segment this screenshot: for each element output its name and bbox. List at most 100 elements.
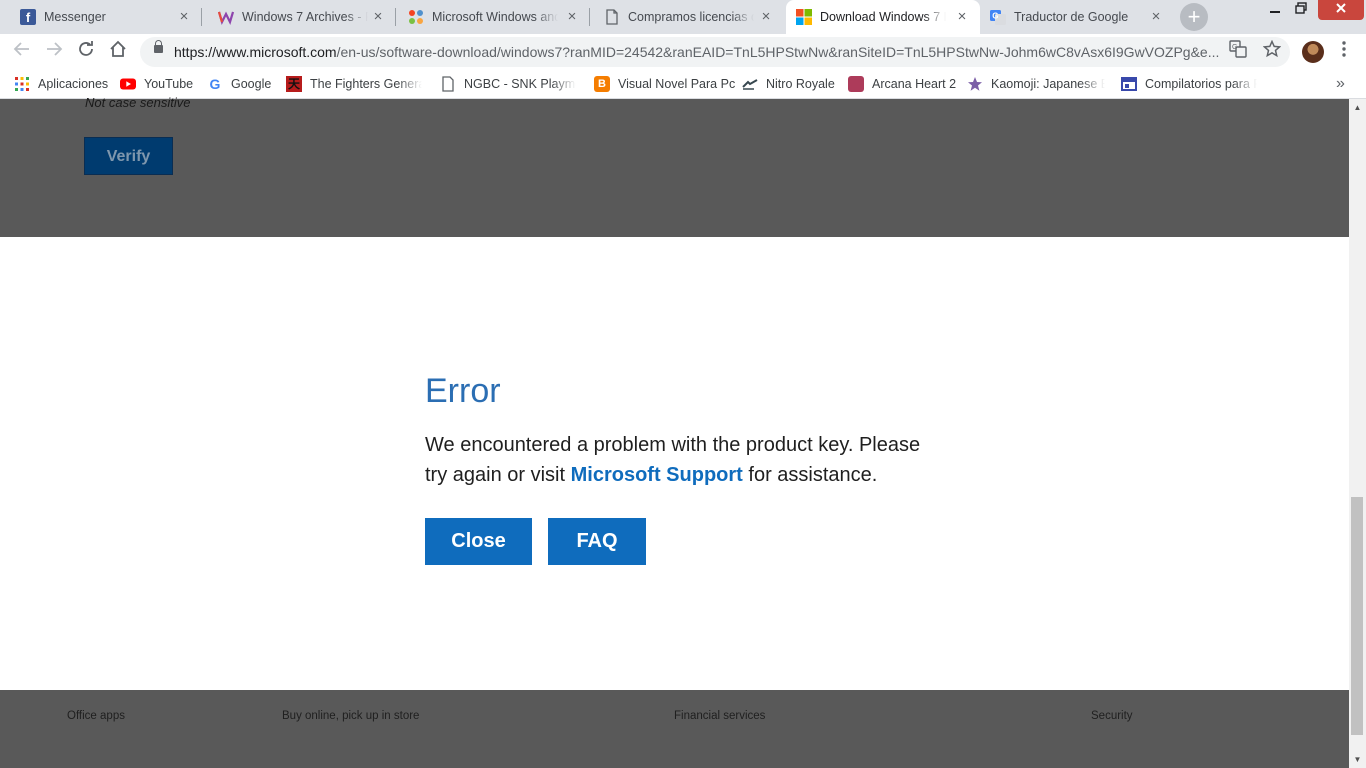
bookmark-label: YouTube xyxy=(144,77,194,91)
bookmark-label: Compilatorios para P xyxy=(1145,77,1257,91)
tab-windows7-archives[interactable]: Windows 7 Archives - Pa × xyxy=(202,0,396,34)
site-w-icon xyxy=(217,9,235,25)
home-button[interactable] xyxy=(106,40,130,64)
bookmark-label: Arcana Heart 2 xyxy=(872,77,957,91)
bookmark-label: Aplicaciones xyxy=(38,77,109,91)
svg-text:G: G xyxy=(1232,44,1237,51)
browser-menu-button[interactable] xyxy=(1332,40,1356,64)
bookmark-google[interactable]: G Google xyxy=(207,74,272,94)
bookmark-label: Google xyxy=(231,77,272,91)
tab-compramos-licencias[interactable]: Compramos licencias de × xyxy=(590,0,784,34)
page-scrollbar[interactable]: ▲ ▼ xyxy=(1349,99,1366,768)
restore-icon xyxy=(1295,2,1307,14)
profile-avatar[interactable] xyxy=(1302,41,1324,63)
address-bar[interactable]: https://www.microsoft.com/en-us/software… xyxy=(140,37,1290,67)
bookmarks-overflow-button[interactable]: » xyxy=(1336,74,1345,94)
bookmark-label: Visual Novel Para Pc xyxy=(618,77,736,91)
bookmark-kaomoji[interactable]: Kaomoji: Japanese Em xyxy=(967,74,1105,94)
footer-link-security[interactable]: Security xyxy=(1091,710,1133,722)
error-text-end: for assistance. xyxy=(742,464,878,486)
bookmark-fighters-generation[interactable]: 天 The Fighters Generati xyxy=(286,74,422,94)
kebab-menu-icon xyxy=(1342,41,1346,57)
minimize-icon xyxy=(1270,11,1280,13)
reload-button[interactable] xyxy=(74,40,98,64)
compilatorios-icon xyxy=(1121,76,1137,92)
forward-button[interactable] xyxy=(42,40,66,64)
scroll-up-arrow-icon[interactable]: ▲ xyxy=(1349,99,1366,116)
bookmark-visual-novel[interactable]: B Visual Novel Para Pc xyxy=(594,74,735,94)
error-message: We encountered a problem with the produc… xyxy=(425,430,945,490)
bookmark-ngbc[interactable]: NGBC - SNK Playmor xyxy=(440,74,576,94)
url-text[interactable]: https://www.microsoft.com/en-us/software… xyxy=(174,44,1219,60)
bookmarks-bar: Aplicaciones YouTube G Google 天 The Figh… xyxy=(0,70,1366,99)
case-hint-text: Not case sensitive xyxy=(85,95,191,110)
bookmark-compilatorios[interactable]: Compilatorios para P xyxy=(1121,74,1257,94)
url-domain: https://www.microsoft.com xyxy=(174,44,337,60)
tab-title: Microsoft Windows and xyxy=(432,10,558,24)
document-icon xyxy=(604,9,620,25)
forward-arrow-icon xyxy=(47,42,63,56)
window-close-button[interactable] xyxy=(1318,0,1364,20)
tab-title: Messenger xyxy=(44,10,106,24)
url-path: /en-us/software-download/windows7?ranMID… xyxy=(336,44,1219,60)
reload-icon xyxy=(79,41,93,56)
footer-link-office-apps[interactable]: Office apps xyxy=(67,710,125,722)
nitro-royale-icon xyxy=(742,76,758,92)
blogger-icon: B xyxy=(594,76,610,92)
microsoft-support-link[interactable]: Microsoft Support xyxy=(571,464,743,486)
tab-messenger[interactable]: f Messenger × xyxy=(0,0,202,34)
scrollbar-thumb[interactable] xyxy=(1351,497,1363,735)
translate-icon: G xyxy=(1229,40,1247,58)
tab-traductor-google[interactable]: G Traductor de Google × xyxy=(980,0,1174,34)
fighters-generation-icon: 天 xyxy=(286,76,302,92)
apps-grid-icon xyxy=(14,76,30,92)
tab-strip: f Messenger × Windows 7 Archives - Pa × … xyxy=(0,0,1366,34)
bookmark-nitro-royale[interactable]: Nitro Royale xyxy=(742,74,835,94)
footer-link-buy-online[interactable]: Buy online, pick up in store xyxy=(282,710,419,722)
bookmark-star-button[interactable] xyxy=(1260,39,1284,64)
close-tab-icon[interactable]: × xyxy=(176,9,192,25)
tab-microsoft-windows-and[interactable]: Microsoft Windows and × xyxy=(396,0,590,34)
bookmark-aplicaciones[interactable]: Aplicaciones xyxy=(14,74,108,94)
google-icon: G xyxy=(209,76,221,92)
tab-download-windows7[interactable]: Download Windows 7 Di × xyxy=(786,0,980,34)
new-tab-button[interactable]: + xyxy=(1180,3,1208,31)
footer-link-financial-services[interactable]: Financial services xyxy=(674,710,765,722)
faq-button[interactable]: FAQ xyxy=(548,518,646,565)
minimize-button[interactable] xyxy=(1262,0,1288,20)
maximize-button[interactable] xyxy=(1288,0,1314,20)
facebook-icon: f xyxy=(20,9,36,25)
bookmark-label: NGBC - SNK Playmor xyxy=(464,77,576,91)
star-outline-icon xyxy=(1262,39,1282,58)
browser-toolbar: https://www.microsoft.com/en-us/software… xyxy=(0,34,1366,70)
bookmark-label: The Fighters Generati xyxy=(310,77,422,91)
bookmark-label: Nitro Royale xyxy=(766,77,835,91)
tab-title: Windows 7 Archives - Pa xyxy=(242,10,368,24)
svg-text:G: G xyxy=(992,12,998,21)
bookmark-label: Kaomoji: Japanese Em xyxy=(991,77,1105,91)
tab-title: Compramos licencias de xyxy=(628,10,754,24)
arcana-heart-icon xyxy=(848,76,864,92)
tab-title: Traductor de Google xyxy=(1014,10,1129,24)
home-icon xyxy=(110,40,126,57)
close-tab-icon[interactable]: × xyxy=(758,9,774,25)
translate-button[interactable]: G xyxy=(1226,40,1250,64)
back-button[interactable] xyxy=(10,40,34,64)
close-tab-icon[interactable]: × xyxy=(370,9,386,25)
joomla-icon xyxy=(408,9,424,25)
close-tab-icon[interactable]: × xyxy=(1148,9,1164,25)
lock-icon xyxy=(154,40,163,53)
page-footer: Office apps Buy online, pick up in store… xyxy=(0,690,1349,768)
star-icon xyxy=(967,76,983,92)
close-tab-icon[interactable]: × xyxy=(954,9,970,25)
error-dialog: Error We encountered a problem with the … xyxy=(0,237,1349,690)
bookmark-arcana-heart[interactable]: Arcana Heart 2 xyxy=(848,74,956,94)
page-overlay-top: Not case sensitive Verify xyxy=(0,95,1349,237)
youtube-icon xyxy=(120,76,136,92)
bookmark-youtube[interactable]: YouTube xyxy=(120,74,193,94)
scroll-down-arrow-icon[interactable]: ▼ xyxy=(1349,751,1366,768)
close-button[interactable]: Close xyxy=(425,518,532,565)
close-tab-icon[interactable]: × xyxy=(564,9,580,25)
error-title: Error xyxy=(425,372,501,410)
verify-button[interactable]: Verify xyxy=(84,137,173,175)
